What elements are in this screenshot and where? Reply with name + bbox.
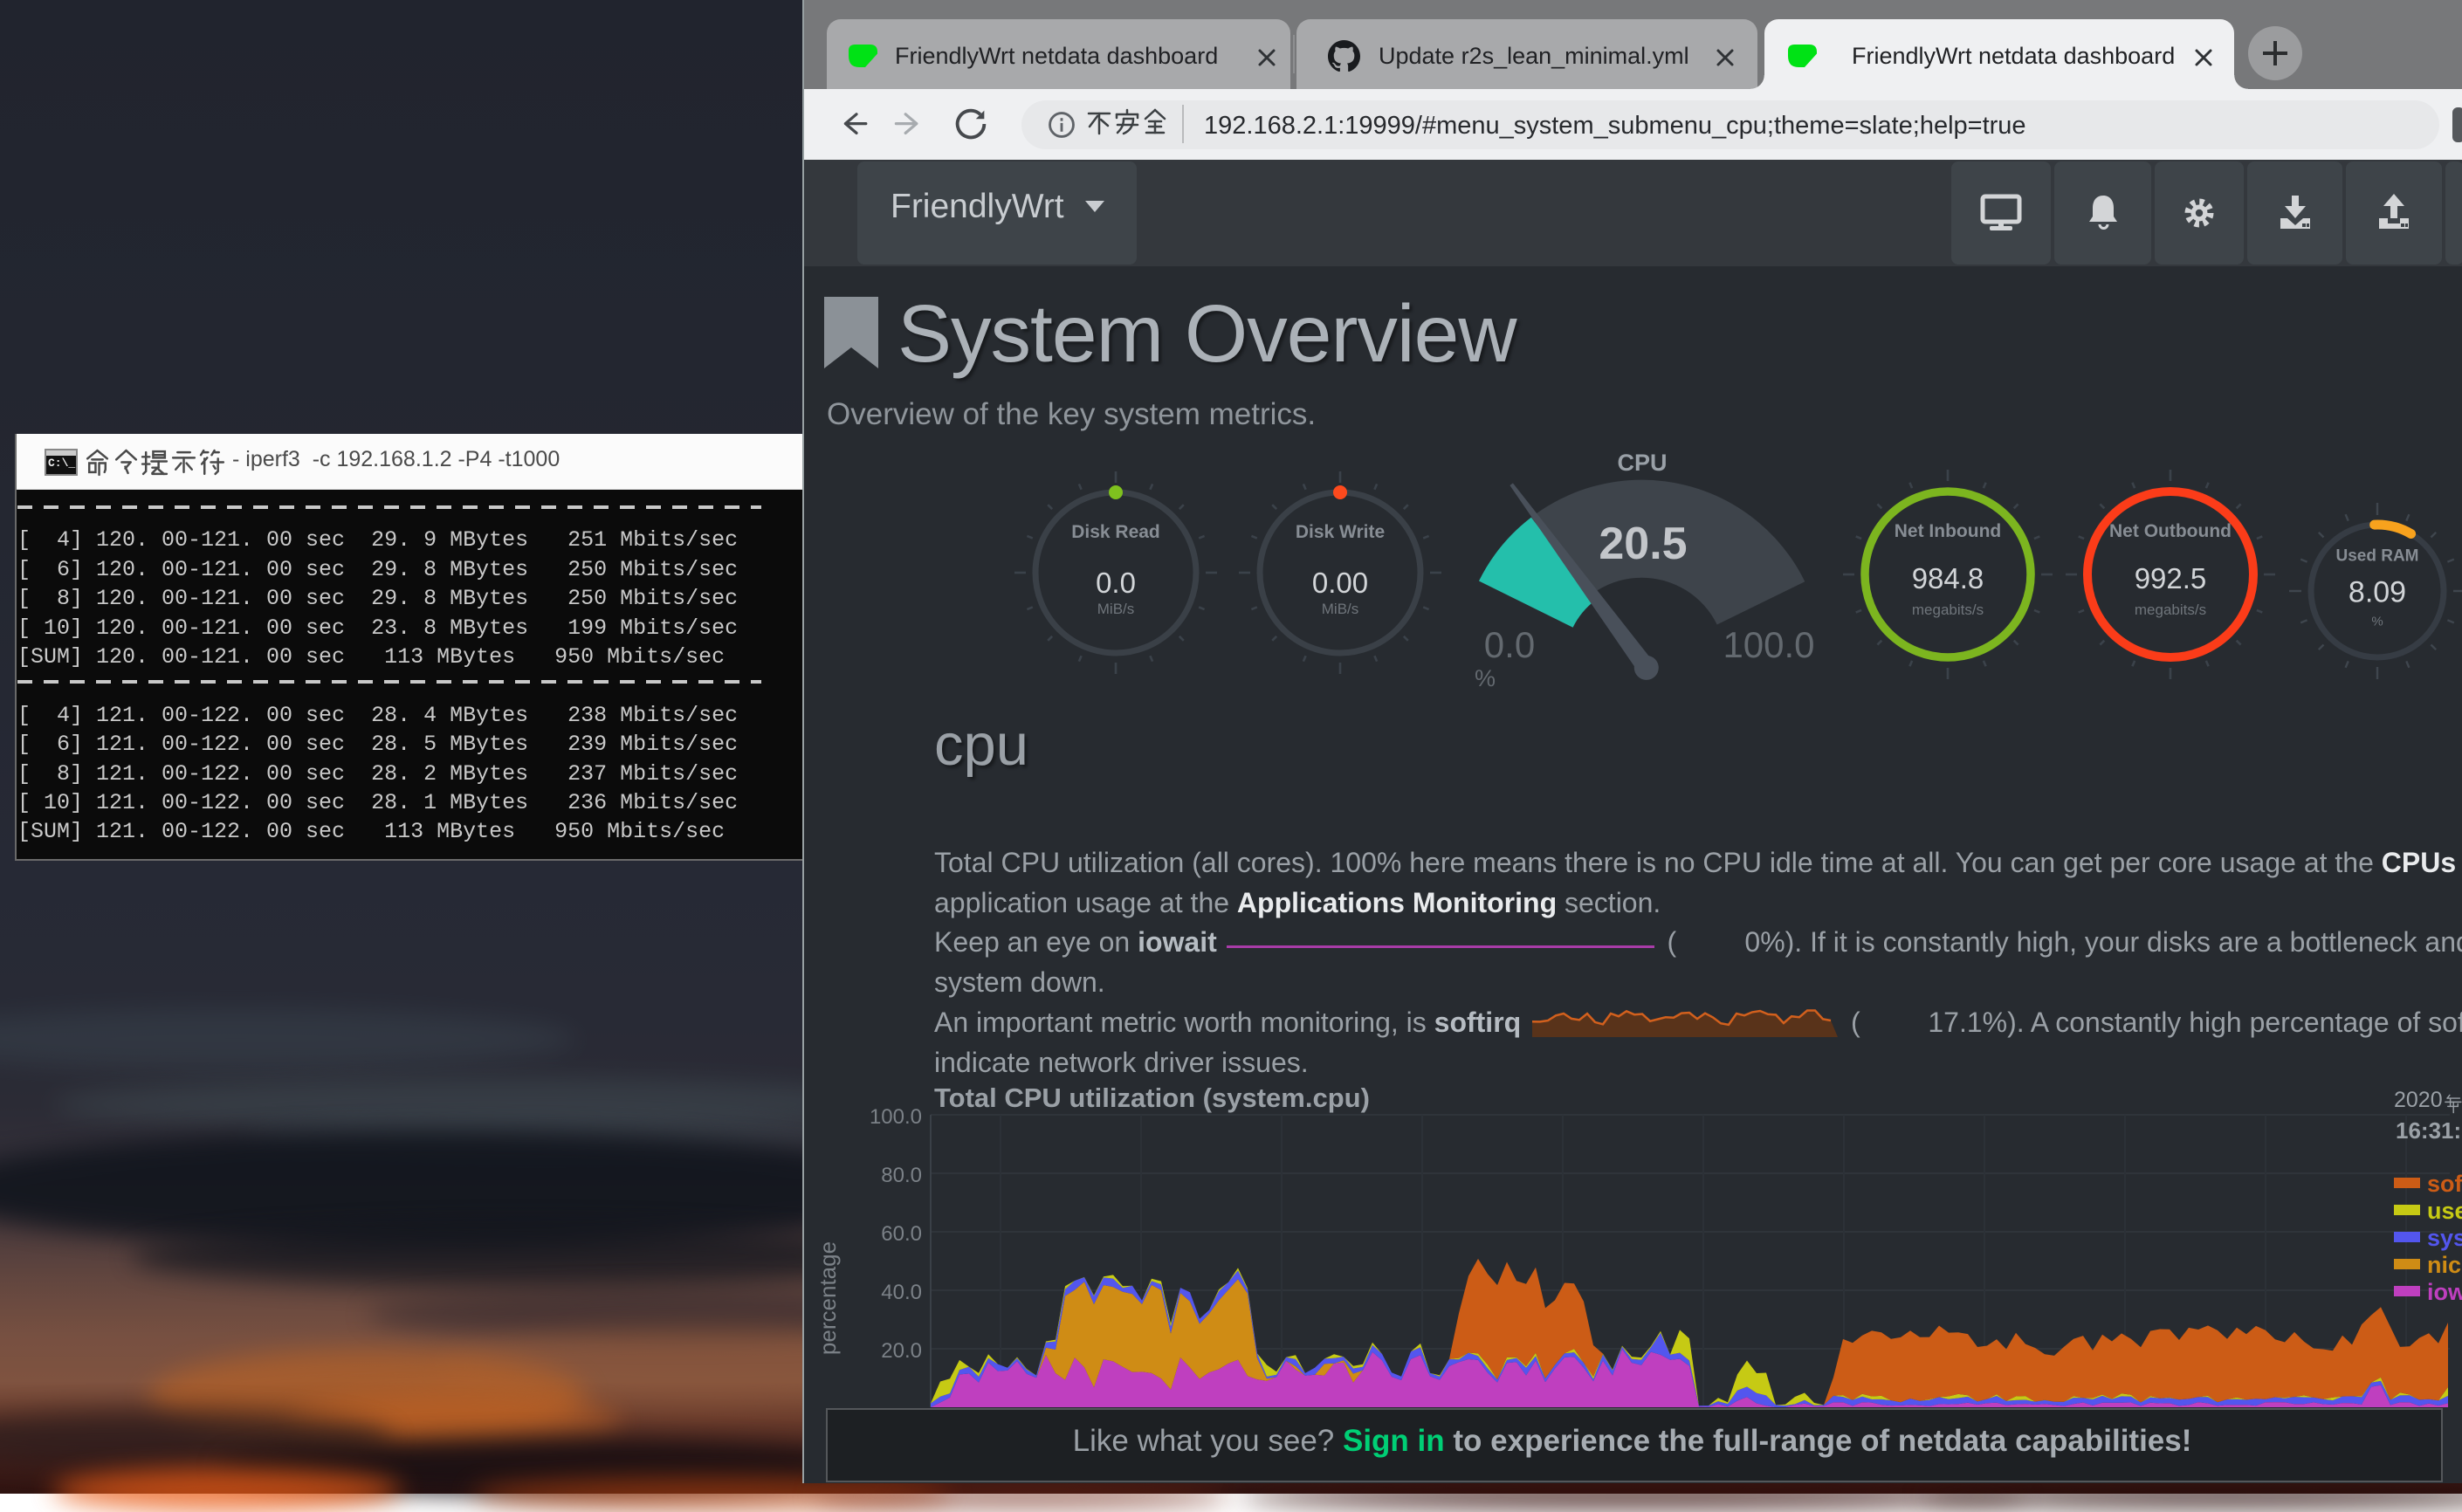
svg-text:MiB/s: MiB/s [1097, 601, 1135, 617]
svg-text:20.5: 20.5 [1599, 519, 1687, 569]
svg-text:Disk Write: Disk Write [1295, 522, 1384, 542]
svg-text:Net Outbound: Net Outbound [2109, 521, 2232, 541]
svg-text:80.0: 80.0 [881, 1164, 922, 1187]
svg-text:%: % [1475, 665, 1496, 691]
svg-text:100.0: 100.0 [870, 1105, 922, 1129]
svg-text:MiB/s: MiB/s [1321, 601, 1358, 617]
svg-text:60.0: 60.0 [881, 1222, 922, 1246]
svg-text:992.5: 992.5 [2135, 562, 2207, 594]
svg-text:100.0: 100.0 [1723, 624, 1814, 665]
svg-text:CPU: CPU [1617, 450, 1667, 476]
svg-text:0.0: 0.0 [1484, 624, 1535, 665]
svg-text:Net Inbound: Net Inbound [1895, 521, 2001, 541]
svg-text:8.09: 8.09 [2349, 575, 2406, 608]
svg-text:0.0: 0.0 [1096, 567, 1136, 599]
svg-text:%: % [2371, 614, 2383, 629]
svg-text:megabits/s: megabits/s [2135, 601, 2206, 618]
svg-text:40.0: 40.0 [881, 1281, 922, 1304]
svg-text:percentage: percentage [815, 1241, 841, 1355]
svg-text:megabits/s: megabits/s [1912, 601, 1984, 618]
svg-text:0.00: 0.00 [1311, 567, 1367, 599]
svg-text:Disk Read: Disk Read [1071, 522, 1160, 542]
svg-text:984.8: 984.8 [1912, 562, 1984, 594]
svg-text:20.0: 20.0 [881, 1339, 922, 1363]
svg-text:Used RAM: Used RAM [2335, 546, 2418, 565]
